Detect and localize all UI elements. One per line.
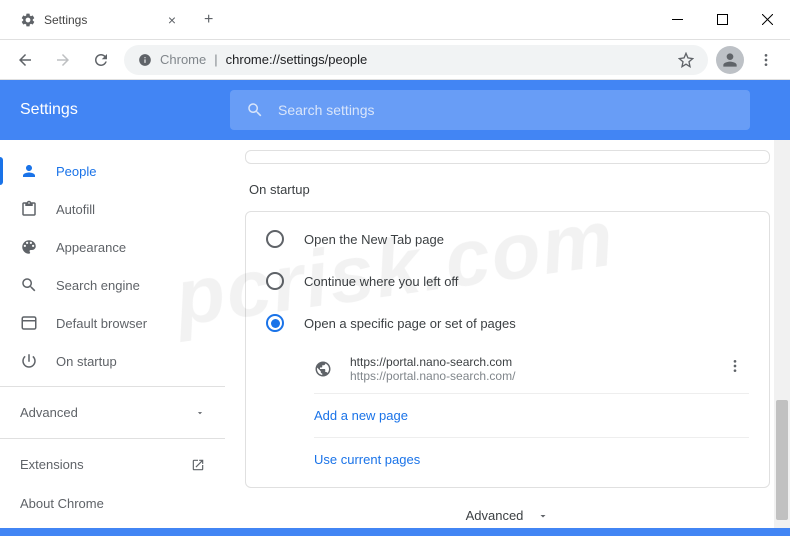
sidebar-extensions[interactable]: Extensions	[0, 445, 225, 484]
reload-button[interactable]	[86, 45, 116, 75]
content-area: On startup Open the New Tab page Continu…	[225, 140, 790, 536]
search-icon	[20, 276, 38, 294]
startup-page-entry: https://portal.nano-search.com https://p…	[246, 344, 769, 393]
sidebar-label: Default browser	[56, 316, 147, 331]
page-url: https://portal.nano-search.com/	[350, 369, 703, 383]
about-label: About Chrome	[20, 496, 104, 511]
advanced-label: Advanced	[466, 508, 524, 523]
settings-header: Settings	[0, 80, 790, 140]
maximize-button[interactable]	[700, 4, 745, 36]
radio-new-tab[interactable]: Open the New Tab page	[246, 218, 769, 260]
advanced-label: Advanced	[20, 405, 78, 420]
sidebar-label: People	[56, 164, 96, 179]
search-settings-box[interactable]	[230, 90, 750, 130]
scrollbar[interactable]	[774, 140, 790, 532]
search-icon	[246, 101, 264, 119]
radio-specific-page[interactable]: Open a specific page or set of pages	[246, 302, 769, 344]
bottom-border	[0, 528, 790, 536]
chevron-down-icon	[195, 408, 205, 418]
radio-label: Open the New Tab page	[304, 232, 444, 247]
radio-icon	[266, 272, 284, 290]
sidebar-item-search-engine[interactable]: Search engine	[0, 266, 225, 304]
sidebar: People Autofill Appearance Search engine…	[0, 140, 225, 536]
clipboard-icon	[20, 200, 38, 218]
add-new-page-link[interactable]: Add a new page	[246, 394, 769, 437]
url-prefix: Chrome	[160, 52, 206, 67]
divider	[0, 386, 225, 387]
person-icon	[20, 162, 38, 180]
info-icon	[138, 53, 152, 67]
radio-label: Open a specific page or set of pages	[304, 316, 516, 331]
sidebar-item-appearance[interactable]: Appearance	[0, 228, 225, 266]
url-box[interactable]: Chrome | chrome://settings/people	[124, 45, 708, 75]
close-window-button[interactable]	[745, 4, 790, 36]
page-title: https://portal.nano-search.com	[350, 355, 703, 369]
sidebar-item-default-browser[interactable]: Default browser	[0, 304, 225, 342]
gear-icon	[20, 12, 36, 28]
profile-avatar[interactable]	[716, 46, 744, 74]
sidebar-item-on-startup[interactable]: On startup	[0, 342, 225, 380]
radio-label: Continue where you left off	[304, 274, 458, 289]
browser-icon	[20, 314, 38, 332]
use-current-pages-link[interactable]: Use current pages	[246, 438, 769, 481]
tab-title: Settings	[44, 13, 87, 27]
globe-icon	[314, 360, 332, 378]
url-text: chrome://settings/people	[226, 52, 368, 67]
window-titlebar: Settings × +	[0, 0, 790, 40]
extensions-label: Extensions	[20, 457, 84, 472]
sidebar-advanced[interactable]: Advanced	[0, 393, 225, 432]
minimize-button[interactable]	[655, 4, 700, 36]
scrollbar-thumb[interactable]	[776, 400, 788, 520]
sidebar-label: Appearance	[56, 240, 126, 255]
palette-icon	[20, 238, 38, 256]
divider	[0, 438, 225, 439]
browser-menu-button[interactable]	[752, 46, 780, 74]
bookmark-star-icon[interactable]	[678, 52, 694, 68]
previous-card-edge	[245, 150, 770, 164]
sidebar-label: Autofill	[56, 202, 95, 217]
section-title: On startup	[245, 182, 770, 197]
page-menu-button[interactable]	[721, 352, 749, 385]
search-input[interactable]	[278, 102, 734, 118]
back-button[interactable]	[10, 45, 40, 75]
close-tab-icon[interactable]: ×	[168, 12, 176, 28]
sidebar-about-chrome[interactable]: About Chrome	[0, 484, 225, 523]
new-tab-button[interactable]: +	[196, 7, 221, 33]
sidebar-label: Search engine	[56, 278, 140, 293]
external-link-icon	[191, 458, 205, 472]
radio-icon	[266, 230, 284, 248]
startup-card: Open the New Tab page Continue where you…	[245, 211, 770, 488]
sidebar-label: On startup	[56, 354, 117, 369]
window-controls	[655, 4, 790, 36]
browser-tab[interactable]: Settings ×	[8, 2, 188, 37]
page-title: Settings	[20, 101, 190, 119]
address-bar: Chrome | chrome://settings/people	[0, 40, 790, 80]
sidebar-item-autofill[interactable]: Autofill	[0, 190, 225, 228]
chevron-down-icon	[537, 510, 549, 522]
forward-button[interactable]	[48, 45, 78, 75]
radio-continue[interactable]: Continue where you left off	[246, 260, 769, 302]
power-icon	[20, 352, 38, 370]
sidebar-item-people[interactable]: People	[0, 152, 225, 190]
url-separator: |	[214, 52, 217, 67]
radio-icon	[266, 314, 284, 332]
